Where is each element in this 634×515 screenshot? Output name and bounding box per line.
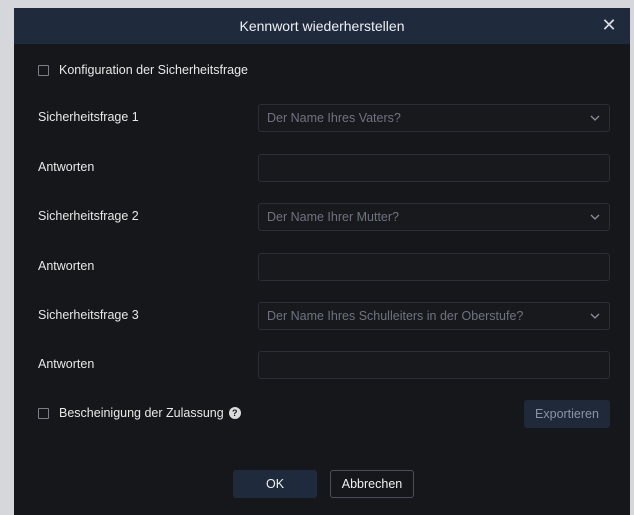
export-button[interactable]: Exportieren (524, 400, 610, 428)
security-question-3-select[interactable]: Der Name Ihres Schulleiters in der Obers… (258, 302, 610, 330)
certificate-checkbox-row[interactable]: Bescheinigung der Zulassung ? (38, 404, 241, 422)
security-question-2-label: Sicherheitsfrage 2 (38, 209, 139, 223)
ok-button[interactable]: OK (233, 470, 317, 498)
answer-3-label: Antworten (38, 357, 95, 371)
security-config-checkbox[interactable] (38, 64, 49, 76)
certificate-checkbox[interactable] (38, 407, 49, 419)
dialog-titlebar: Kennwort wiederherstellen ✕ (14, 8, 630, 44)
chevron-down-icon (590, 115, 600, 121)
security-question-1-value: Der Name Ihres Vaters? (267, 111, 401, 125)
security-question-1-select[interactable]: Der Name Ihres Vaters? (258, 104, 610, 132)
answer-2-input[interactable] (258, 253, 610, 281)
close-icon[interactable]: ✕ (598, 14, 620, 36)
answer-1-label: Antworten (38, 160, 95, 174)
cancel-button[interactable]: Abbrechen (330, 470, 414, 498)
security-question-2-select[interactable]: Der Name Ihrer Mutter? (258, 203, 610, 231)
certificate-label: Bescheinigung der Zulassung (59, 406, 224, 420)
answer-2-label: Antworten (38, 259, 95, 273)
security-config-checkbox-row[interactable]: Konfiguration der Sicherheitsfrage (38, 61, 248, 79)
chevron-down-icon (590, 214, 600, 220)
security-question-2-value: Der Name Ihrer Mutter? (267, 210, 399, 224)
security-question-3-value: Der Name Ihres Schulleiters in der Obers… (267, 309, 524, 323)
password-recovery-dialog: Kennwort wiederherstellen ✕ Konfiguratio… (14, 8, 630, 515)
help-circle-icon[interactable]: ? (228, 407, 241, 419)
dialog-title: Kennwort wiederherstellen (239, 18, 405, 34)
security-question-1-label: Sicherheitsfrage 1 (38, 110, 139, 124)
answer-3-input[interactable] (258, 351, 610, 379)
chevron-down-icon (590, 313, 600, 319)
security-config-label: Konfiguration der Sicherheitsfrage (59, 63, 249, 77)
answer-1-input[interactable] (258, 154, 610, 182)
security-question-3-label: Sicherheitsfrage 3 (38, 308, 139, 322)
